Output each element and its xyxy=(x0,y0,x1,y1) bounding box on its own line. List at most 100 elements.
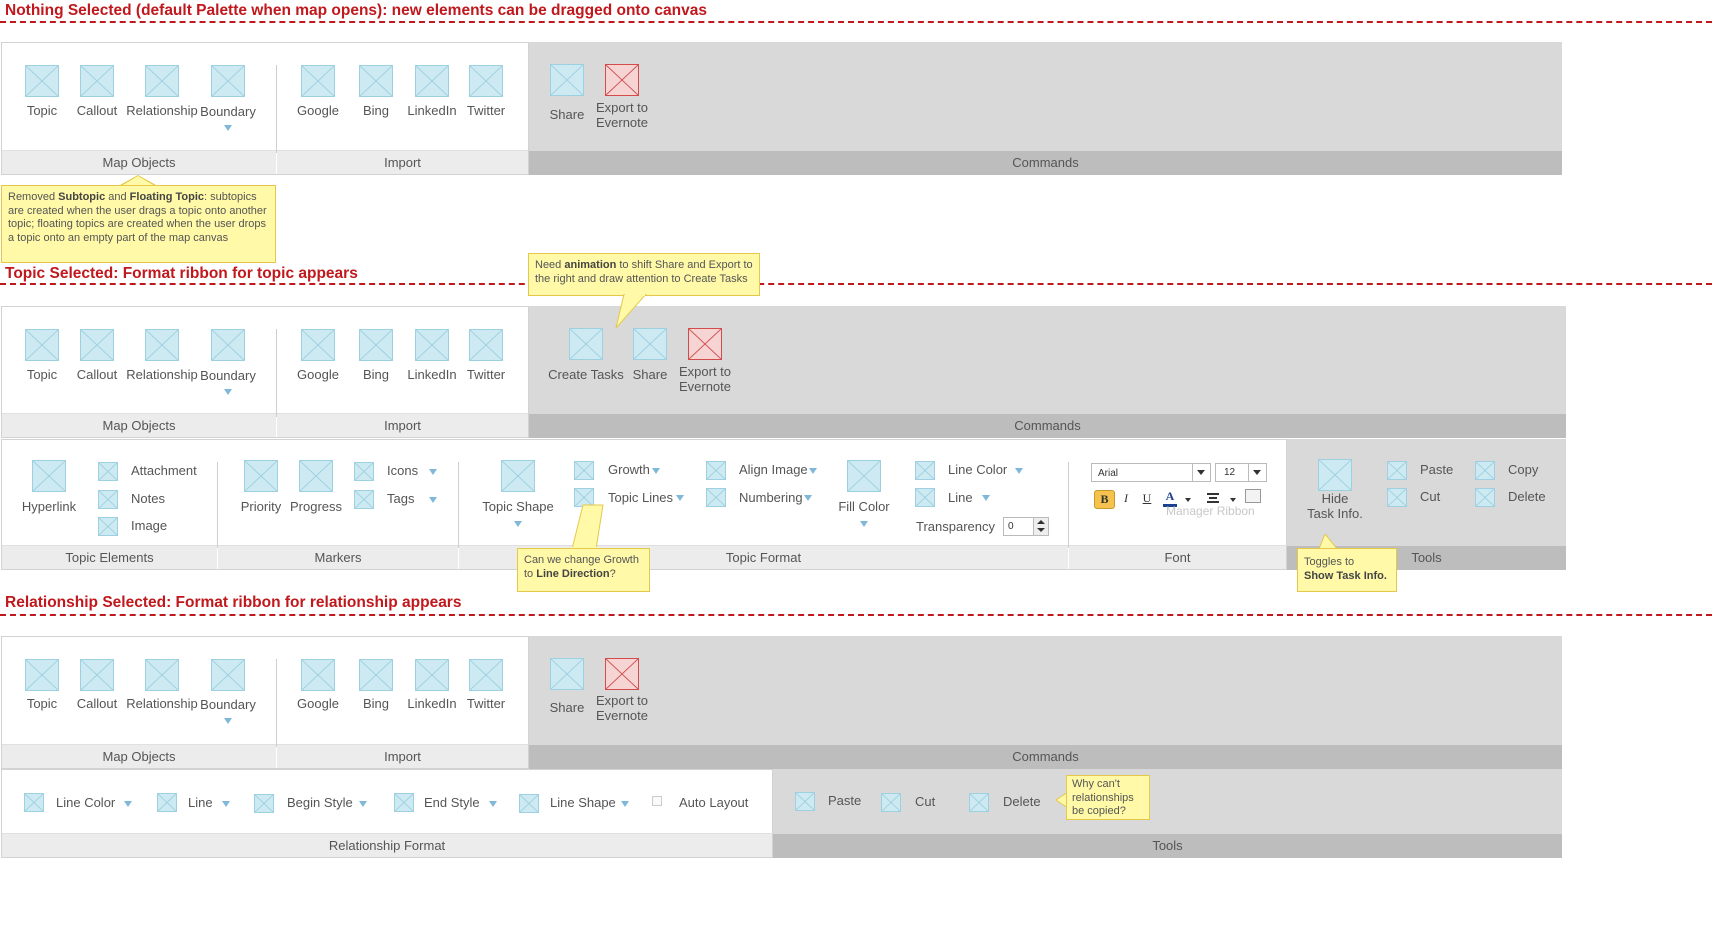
image-icon[interactable] xyxy=(98,517,118,536)
hide-task-info-icon[interactable] xyxy=(1318,459,1352,491)
linkedin-icon[interactable] xyxy=(415,65,449,97)
topic-icon[interactable] xyxy=(25,65,59,97)
paste-icon[interactable] xyxy=(1387,461,1407,480)
callout-icon[interactable] xyxy=(80,329,114,361)
growth-dropdown-icon[interactable] xyxy=(652,468,660,474)
twitter-icon[interactable] xyxy=(469,329,503,361)
fill-color-icon[interactable] xyxy=(847,460,881,492)
auto-layout-checkbox[interactable] xyxy=(652,796,662,806)
group-label-tools: Tools xyxy=(773,834,1562,858)
copy-icon[interactable] xyxy=(1475,461,1495,480)
growth-icon[interactable] xyxy=(574,461,594,480)
topic-icon[interactable] xyxy=(25,329,59,361)
bing-icon[interactable] xyxy=(359,329,393,361)
fill-color-label: Fill Color xyxy=(838,499,890,514)
begin-style-dropdown-icon[interactable] xyxy=(359,801,367,807)
align-image-icon[interactable] xyxy=(706,461,726,480)
create-tasks-icon[interactable] xyxy=(569,328,603,360)
linkedin-icon[interactable] xyxy=(415,659,449,691)
boundary-icon[interactable] xyxy=(211,65,245,97)
bing-icon[interactable] xyxy=(359,65,393,97)
attachment-icon[interactable] xyxy=(98,462,118,481)
end-style-icon[interactable] xyxy=(394,793,414,812)
topic-shape-icon[interactable] xyxy=(501,460,535,492)
hyperlink-icon[interactable] xyxy=(32,460,66,492)
font-size-select[interactable]: 12 xyxy=(1215,463,1267,482)
group-separator xyxy=(276,659,277,747)
paste-icon[interactable] xyxy=(795,792,815,811)
font-color-dropdown-icon[interactable] xyxy=(1185,498,1191,502)
boundary-dropdown-icon[interactable] xyxy=(224,125,232,131)
google-icon[interactable] xyxy=(301,659,335,691)
twitter-icon[interactable] xyxy=(469,65,503,97)
line-dropdown-icon[interactable] xyxy=(222,801,230,807)
line-color-dropdown-icon[interactable] xyxy=(1015,468,1023,474)
topic-lines-dropdown-icon[interactable] xyxy=(676,495,684,501)
palette-white-panel-2: Topic Callout Relationship Boundary Goog… xyxy=(1,306,529,438)
boundary-icon[interactable] xyxy=(211,329,245,361)
share-icon[interactable] xyxy=(633,328,667,360)
line-color-icon[interactable] xyxy=(24,793,44,812)
growth-label: Growth xyxy=(608,462,650,477)
line-icon[interactable] xyxy=(157,793,177,812)
spinner-arrows-icon[interactable] xyxy=(1033,518,1048,535)
line-shape-icon[interactable] xyxy=(519,794,539,813)
line-icon[interactable] xyxy=(915,488,935,507)
numbering-icon[interactable] xyxy=(706,488,726,507)
tags-dropdown-icon[interactable] xyxy=(429,497,437,503)
underline-button[interactable]: U xyxy=(1141,491,1153,506)
transparency-value: 0 xyxy=(1008,521,1014,532)
boundary-dropdown-icon[interactable] xyxy=(224,389,232,395)
evernote-export-icon[interactable] xyxy=(605,64,639,96)
font-family-dropdown-icon[interactable] xyxy=(1192,464,1210,481)
delete-icon[interactable] xyxy=(969,793,989,812)
evernote-export-icon[interactable] xyxy=(605,658,639,690)
relationship-icon[interactable] xyxy=(145,329,179,361)
font-size-dropdown-icon[interactable] xyxy=(1248,464,1266,481)
icons-icon[interactable] xyxy=(354,462,374,481)
linkedin-icon[interactable] xyxy=(415,329,449,361)
priority-icon[interactable] xyxy=(244,460,278,492)
line-color-icon[interactable] xyxy=(915,461,935,480)
line-dropdown-icon[interactable] xyxy=(982,495,990,501)
bold-button[interactable]: B xyxy=(1094,490,1115,509)
share-icon[interactable] xyxy=(550,658,584,690)
end-style-dropdown-icon[interactable] xyxy=(489,801,497,807)
numbering-dropdown-icon[interactable] xyxy=(804,495,812,501)
progress-icon[interactable] xyxy=(299,460,333,492)
topic-icon[interactable] xyxy=(25,659,59,691)
cut-icon[interactable] xyxy=(1387,488,1407,507)
align-image-dropdown-icon[interactable] xyxy=(809,468,817,474)
boundary-dropdown-icon[interactable] xyxy=(224,718,232,724)
relationship-icon[interactable] xyxy=(145,659,179,691)
transparency-spinner[interactable]: 0 xyxy=(1003,517,1049,536)
callout-icon[interactable] xyxy=(80,65,114,97)
share-icon[interactable] xyxy=(550,64,584,96)
bing-icon[interactable] xyxy=(359,659,393,691)
relationship-icon[interactable] xyxy=(145,65,179,97)
google-icon[interactable] xyxy=(301,329,335,361)
google-icon[interactable] xyxy=(301,65,335,97)
icons-dropdown-icon[interactable] xyxy=(429,469,437,475)
paste-label: Paste xyxy=(828,793,862,808)
font-family-select[interactable]: Arial xyxy=(1091,463,1211,482)
line-shape-dropdown-icon[interactable] xyxy=(621,801,629,807)
begin-style-icon[interactable] xyxy=(254,794,274,813)
italic-button[interactable]: I xyxy=(1120,491,1132,506)
notes-icon[interactable] xyxy=(98,490,118,509)
relationship-label: Relationship xyxy=(126,103,198,118)
line-color-dropdown-icon[interactable] xyxy=(124,801,132,807)
fill-color-dropdown-icon[interactable] xyxy=(860,521,868,527)
boundary-label: Boundary xyxy=(200,697,256,712)
align-text-dropdown-icon[interactable] xyxy=(1230,498,1236,502)
topic-shape-dropdown-icon[interactable] xyxy=(514,521,522,527)
tags-icon[interactable] xyxy=(354,490,374,509)
evernote-export-icon[interactable] xyxy=(688,328,722,360)
align-text-icon[interactable] xyxy=(1207,493,1219,503)
twitter-icon[interactable] xyxy=(469,659,503,691)
boundary-icon[interactable] xyxy=(211,659,245,691)
delete-icon[interactable] xyxy=(1475,488,1495,507)
callout-icon[interactable] xyxy=(80,659,114,691)
cut-icon[interactable] xyxy=(881,793,901,812)
spellcheck-icon[interactable] xyxy=(1245,489,1261,503)
